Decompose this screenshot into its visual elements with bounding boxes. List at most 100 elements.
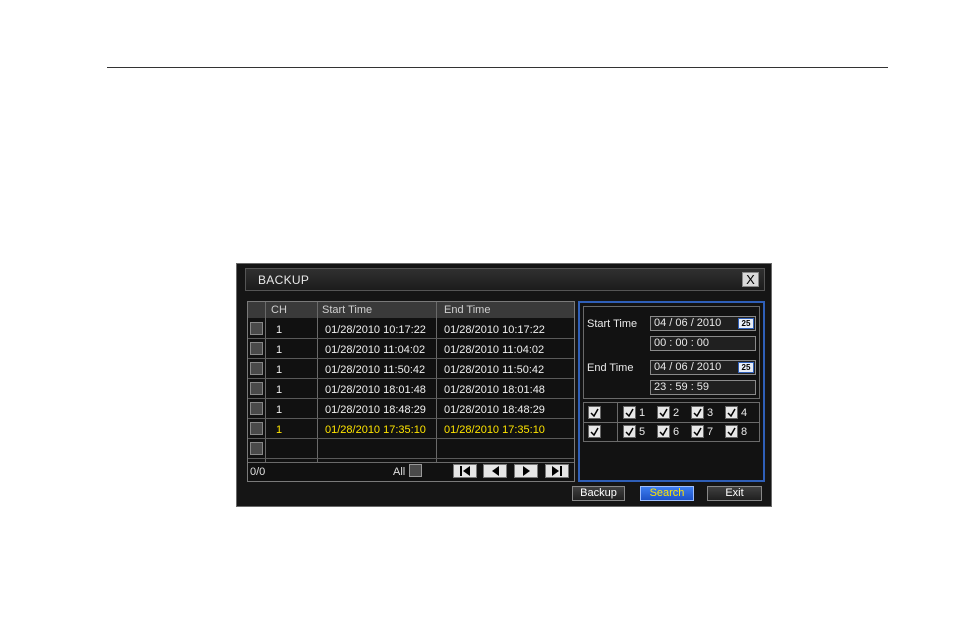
start-date-value: 04 / 06 / 2010 xyxy=(654,317,722,329)
header-end-time: End Time xyxy=(444,304,491,316)
row-checkbox[interactable] xyxy=(250,402,263,415)
channel-3-checkbox[interactable] xyxy=(691,406,704,419)
channel-divider xyxy=(584,422,759,423)
header-start-time: Start Time xyxy=(322,304,373,316)
row-start-time: 01/28/2010 11:04:02 xyxy=(325,344,426,356)
dialog-title: BACKUP xyxy=(258,273,310,287)
page-divider xyxy=(107,67,888,68)
title-bar: BACKUP X xyxy=(245,268,765,291)
row-checkbox[interactable] xyxy=(250,442,263,455)
channel-8-checkbox[interactable] xyxy=(725,425,738,438)
table-footer: 0/0 All xyxy=(248,462,574,482)
time-range-box: Start Time 04 / 06 / 2010 25 00 : 00 : 0… xyxy=(583,306,760,399)
channel-label: 6 xyxy=(673,426,680,438)
row-end-time: 01/28/2010 18:01:48 xyxy=(444,384,545,396)
table-row[interactable]: 1 01/28/2010 17:35:10 01/28/2010 17:35:10 xyxy=(248,419,574,439)
select-all-checkbox[interactable] xyxy=(409,464,422,477)
checkmark-icon xyxy=(625,408,634,417)
row-start-time: 01/28/2010 10:17:22 xyxy=(325,324,426,336)
row-end-time: 01/28/2010 18:48:29 xyxy=(444,404,545,416)
close-icon: X xyxy=(746,272,755,287)
close-button[interactable]: X xyxy=(742,272,759,287)
prev-page-icon xyxy=(492,466,499,476)
select-all-channels-row2-checkbox[interactable] xyxy=(588,425,601,438)
checkmark-icon xyxy=(659,408,668,417)
calendar-icon[interactable]: 25 xyxy=(738,318,754,329)
next-page-button[interactable] xyxy=(514,464,538,478)
channel-7-checkbox[interactable] xyxy=(691,425,704,438)
channel-5-checkbox[interactable] xyxy=(623,425,636,438)
checkmark-icon xyxy=(625,427,634,436)
row-checkbox[interactable] xyxy=(250,322,263,335)
table-row[interactable]: 1 01/28/2010 11:04:02 01/28/2010 11:04:02 xyxy=(248,339,574,359)
table-row[interactable] xyxy=(248,439,574,459)
end-date-value: 04 / 06 / 2010 xyxy=(654,361,722,373)
last-page-icon xyxy=(552,466,562,476)
backup-button[interactable]: Backup xyxy=(572,486,625,501)
row-ch: 1 xyxy=(276,324,283,336)
channel-label: 2 xyxy=(673,407,680,419)
end-time-value: 23 : 59 : 59 xyxy=(654,381,710,393)
checkmark-icon xyxy=(659,427,668,436)
start-time-field[interactable]: 00 : 00 : 00 xyxy=(650,336,756,351)
row-end-time: 01/28/2010 11:04:02 xyxy=(444,344,545,356)
next-page-icon xyxy=(523,466,530,476)
end-time-field[interactable]: 23 : 59 : 59 xyxy=(650,380,756,395)
checkmark-icon xyxy=(727,408,736,417)
row-ch: 1 xyxy=(276,364,283,376)
row-end-time: 01/28/2010 17:35:10 xyxy=(444,424,545,436)
row-start-time: 01/28/2010 17:35:10 xyxy=(325,424,426,436)
checkmark-icon xyxy=(693,408,702,417)
header-ch: CH xyxy=(271,304,287,316)
start-time-label: Start Time xyxy=(587,318,638,330)
row-end-time: 01/28/2010 11:50:42 xyxy=(444,364,545,376)
record-count: 0/0 xyxy=(250,466,266,478)
row-start-time: 01/28/2010 18:48:29 xyxy=(325,404,426,416)
search-button[interactable]: Search xyxy=(640,486,694,501)
end-date-field[interactable]: 04 / 06 / 2010 25 xyxy=(650,360,756,375)
checkmark-icon xyxy=(590,427,599,436)
start-date-field[interactable]: 04 / 06 / 2010 25 xyxy=(650,316,756,331)
table-row[interactable]: 1 01/28/2010 18:01:48 01/28/2010 18:01:48 xyxy=(248,379,574,399)
select-all-label: All xyxy=(393,466,406,478)
row-start-time: 01/28/2010 18:01:48 xyxy=(325,384,426,396)
channel-4-checkbox[interactable] xyxy=(725,406,738,419)
channel-label: 5 xyxy=(639,426,646,438)
first-page-button[interactable] xyxy=(453,464,477,478)
row-start-time: 01/28/2010 11:50:42 xyxy=(325,364,426,376)
channel-label: 8 xyxy=(741,426,748,438)
checkmark-icon xyxy=(727,427,736,436)
channel-6-checkbox[interactable] xyxy=(657,425,670,438)
row-checkbox[interactable] xyxy=(250,382,263,395)
results-table: CH Start Time End Time 1 01/28/2010 10:17… xyxy=(247,301,575,482)
channel-label: 1 xyxy=(639,407,646,419)
row-ch: 1 xyxy=(276,404,283,416)
table-row[interactable]: 1 01/28/2010 18:48:29 01/28/2010 18:48:29 xyxy=(248,399,574,419)
table-row[interactable]: 1 01/28/2010 11:50:42 01/28/2010 11:50:42 xyxy=(248,359,574,379)
channel-label: 3 xyxy=(707,407,714,419)
exit-button[interactable]: Exit xyxy=(707,486,762,501)
backup-dialog: BACKUP X CH Start Time End Time 1 01/28/2… xyxy=(236,263,772,507)
table-row[interactable]: 1 01/28/2010 10:17:22 01/28/2010 10:17:22 xyxy=(248,319,574,339)
last-page-button[interactable] xyxy=(545,464,569,478)
table-header: CH Start Time End Time xyxy=(248,302,574,318)
row-end-time: 01/28/2010 10:17:22 xyxy=(444,324,545,336)
calendar-icon[interactable]: 25 xyxy=(738,362,754,373)
channel-2-checkbox[interactable] xyxy=(657,406,670,419)
prev-page-button[interactable] xyxy=(483,464,507,478)
channel-1-checkbox[interactable] xyxy=(623,406,636,419)
row-checkbox[interactable] xyxy=(250,362,263,375)
checkmark-icon xyxy=(590,408,599,417)
row-divider xyxy=(248,458,574,459)
row-checkbox[interactable] xyxy=(250,422,263,435)
start-time-value: 00 : 00 : 00 xyxy=(654,337,710,349)
select-all-channels-row1-checkbox[interactable] xyxy=(588,406,601,419)
row-ch: 1 xyxy=(276,344,283,356)
search-panel: Start Time 04 / 06 / 2010 25 00 : 00 : 0… xyxy=(578,301,765,482)
checkmark-icon xyxy=(693,427,702,436)
channel-label: 7 xyxy=(707,426,714,438)
row-checkbox[interactable] xyxy=(250,342,263,355)
channel-label: 4 xyxy=(741,407,748,419)
end-time-label: End Time xyxy=(587,362,634,374)
row-ch: 1 xyxy=(276,384,283,396)
